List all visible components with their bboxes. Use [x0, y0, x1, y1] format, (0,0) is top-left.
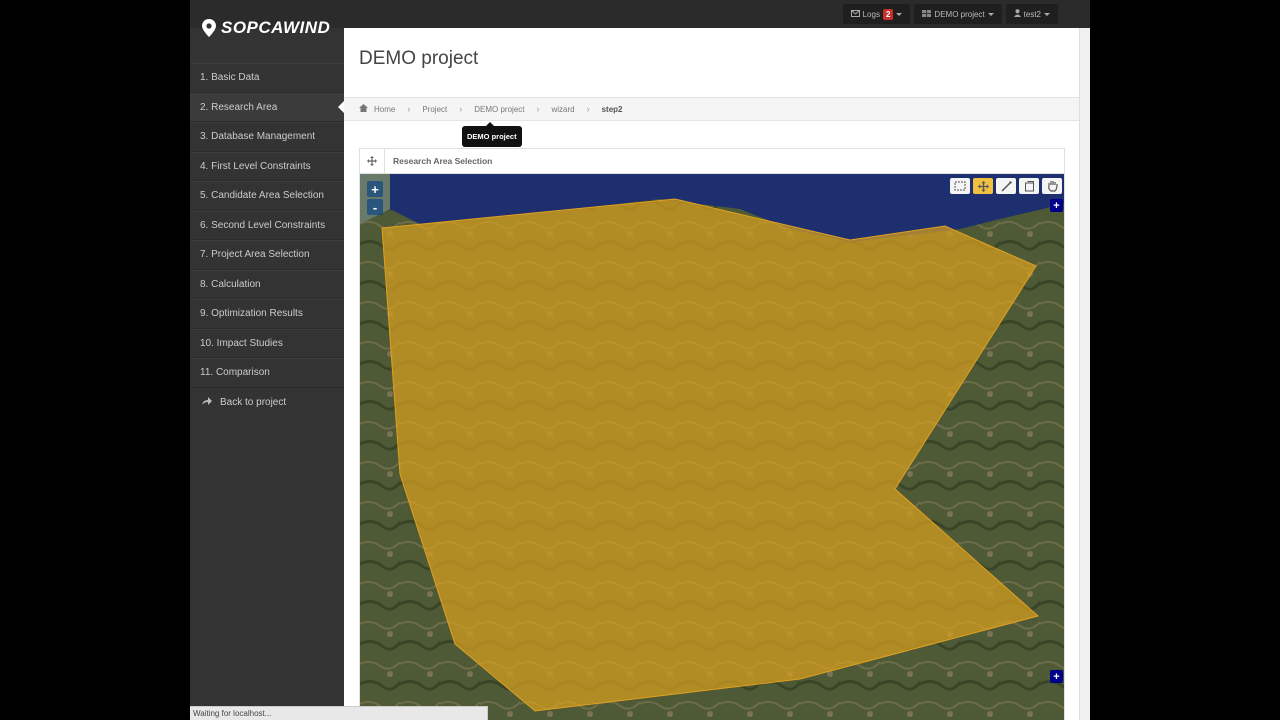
- app-window: Logs 2 DEMO project test2 SOPCAWIND 1. B…: [190, 0, 1090, 720]
- breadcrumb-tooltip: DEMO project: [462, 122, 522, 147]
- sidebar-item-comparison[interactable]: 11. Comparison: [190, 358, 344, 388]
- sidebar-item-label: 8. Calculation: [200, 278, 261, 290]
- project-dropdown-label: DEMO project: [934, 9, 985, 19]
- chevron-down-icon: [987, 12, 994, 16]
- map-toolbar: [950, 178, 1062, 194]
- back-to-project-link[interactable]: Back to project: [190, 388, 344, 418]
- status-text: Waiting for localhost...: [193, 709, 272, 718]
- sidebar-item-label: 5. Candidate Area Selection: [200, 190, 324, 202]
- navbar-right: Logs 2 DEMO project test2: [842, 4, 1058, 24]
- main-content: DEMO project Home › Project › DEMO proje…: [344, 28, 1079, 720]
- zoom-in-button[interactable]: +: [367, 181, 383, 197]
- breadcrumb-wizard[interactable]: wizard: [551, 105, 574, 114]
- page-title: DEMO project: [359, 48, 479, 69]
- map-pin-icon: [202, 19, 216, 37]
- sidebar-item-calculation[interactable]: 8. Calculation: [190, 269, 344, 299]
- sidebar-item-label: 1. Basic Data: [200, 72, 260, 84]
- back-to-project-label: Back to project: [220, 397, 287, 408]
- sidebar-item-project-area-selection[interactable]: 7. Project Area Selection: [190, 240, 344, 270]
- panel-title: Research Area Selection: [393, 156, 493, 166]
- sidebar-item-optimization-results[interactable]: 9. Optimization Results: [190, 299, 344, 329]
- sidebar-item-second-level-constraints[interactable]: 6. Second Level Constraints: [190, 210, 344, 240]
- user-icon: [1013, 9, 1021, 19]
- select-area-icon[interactable]: [950, 178, 970, 194]
- chevron-down-icon: [1044, 12, 1050, 16]
- sidebar-item-impact-studies[interactable]: 10. Impact Studies: [190, 328, 344, 358]
- modify-icon[interactable]: [1019, 178, 1039, 194]
- sidebar-item-label: 7. Project Area Selection: [200, 249, 310, 261]
- map-canvas[interactable]: [360, 174, 1064, 720]
- chevron-down-icon: [896, 12, 903, 16]
- envelope-icon: [850, 9, 860, 19]
- chevron-right-icon: ›: [459, 104, 463, 114]
- sidebar-item-label: 4. First Level Constraints: [200, 160, 311, 172]
- sidebar-item-basic-data[interactable]: 1. Basic Data: [190, 63, 344, 93]
- browser-status-bar: Waiting for localhost...: [190, 706, 488, 720]
- panel-header: Research Area Selection: [360, 149, 1064, 174]
- map-view[interactable]: + - + +: [360, 174, 1064, 720]
- sidebar-item-label: 10. Impact Studies: [200, 337, 283, 349]
- grid-icon: [922, 9, 932, 19]
- breadcrumb-home[interactable]: Home: [374, 105, 395, 114]
- sidebar-item-database-management[interactable]: 3. Database Management: [190, 122, 344, 152]
- pan-hand-icon[interactable]: [1042, 178, 1062, 194]
- zoom-controls: + -: [367, 181, 383, 217]
- sidebar-item-label: 3. Database Management: [200, 131, 316, 143]
- overview-map-button[interactable]: +: [1050, 670, 1063, 683]
- logs-count-badge: 2: [882, 8, 894, 20]
- breadcrumb-demo-project[interactable]: DEMO project: [474, 105, 524, 114]
- wizard-steps-list: 1. Basic Data 2. Research Area 3. Databa…: [190, 63, 344, 418]
- chevron-right-icon: ›: [407, 104, 411, 114]
- page-scrollbar[interactable]: [1079, 28, 1090, 720]
- draw-icon[interactable]: [996, 178, 1016, 194]
- move-icon[interactable]: [973, 178, 993, 194]
- layer-switcher-button[interactable]: +: [1050, 199, 1063, 212]
- logs-label: Logs: [862, 9, 880, 19]
- research-area-panel: Research Area Selection + - + +: [359, 148, 1065, 720]
- sidebar-item-label: 2. Research Area: [200, 101, 278, 113]
- user-dropdown[interactable]: test2: [1005, 4, 1058, 24]
- share-arrow-icon: [202, 397, 212, 408]
- breadcrumb-project[interactable]: Project: [422, 105, 447, 114]
- chevron-right-icon: ›: [586, 104, 590, 114]
- sidebar: SOPCAWIND 1. Basic Data 2. Research Area…: [190, 18, 344, 720]
- user-dropdown-label: test2: [1023, 9, 1041, 19]
- chevron-right-icon: ›: [536, 104, 540, 114]
- project-dropdown[interactable]: DEMO project: [914, 4, 1002, 24]
- sidebar-item-label: 6. Second Level Constraints: [200, 219, 326, 231]
- home-icon: [359, 104, 368, 114]
- brand-name: SOPCAWIND: [221, 18, 331, 37]
- sidebar-item-research-area[interactable]: 2. Research Area: [190, 92, 344, 122]
- sidebar-item-label: 9. Optimization Results: [200, 308, 303, 320]
- brand-logo[interactable]: SOPCAWIND: [202, 16, 330, 40]
- move-icon: [360, 149, 385, 173]
- zoom-out-button[interactable]: -: [367, 199, 383, 215]
- sidebar-item-label: 11. Comparison: [200, 367, 270, 379]
- breadcrumb: Home › Project › DEMO project › wizard ›…: [344, 97, 1079, 121]
- sidebar-item-candidate-area-selection[interactable]: 5. Candidate Area Selection: [190, 181, 344, 211]
- breadcrumb-step2: step2: [601, 104, 623, 114]
- sidebar-item-first-level-constraints[interactable]: 4. First Level Constraints: [190, 151, 344, 181]
- logs-button[interactable]: Logs 2: [842, 4, 911, 24]
